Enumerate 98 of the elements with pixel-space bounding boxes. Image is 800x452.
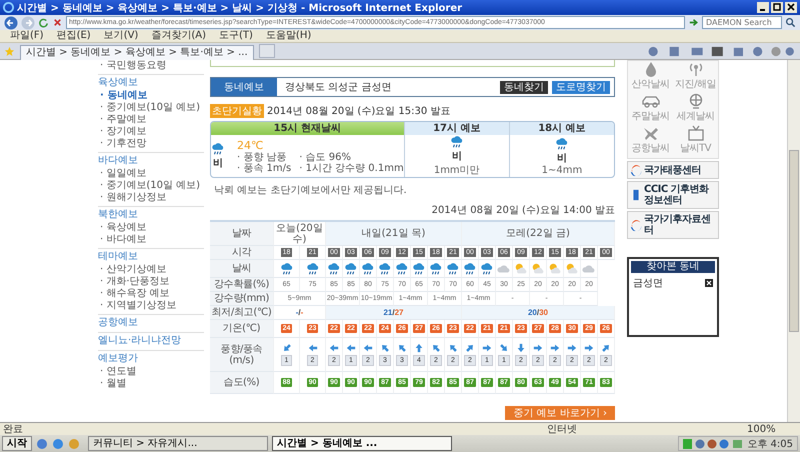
scrollbar[interactable] [787,60,800,422]
start-button[interactable]: 시작 [2,436,32,451]
window-title: 시간별 > 동네예보 > 육상예보 > 특보·예보 > 날씨 > 기상청 - Microsoft Internet Explorer [17,2,464,14]
search-field[interactable]: DAEMON Search [702,16,782,29]
zoom-control[interactable]: 100% [747,424,797,434]
refresh-icon[interactable] [38,17,49,28]
min-max-temperature: 20/30 [528,308,548,317]
menu-item[interactable]: 보기(V) [104,30,138,42]
row-label: 최저/최고(℃) [210,306,274,320]
rain-icon [211,142,225,156]
forecast-issued-time: 2014년 08월 20일 (수)요일 14:00 발표 [430,204,615,217]
banner-link[interactable]: 국가기후자료센터 [627,211,719,239]
sidebar-item[interactable]: · 바다예보 [98,234,204,246]
taskbar-button[interactable]: 시간별 > 동네예보 ... [272,436,452,451]
row-label: 습도(%) [210,372,274,394]
issued-time: 2014년 08월 20일 (수)요일 15:30 발표 [267,105,450,118]
menu-item[interactable]: 편집(E) [56,30,91,42]
rain-amount: 1~4mm [542,164,582,176]
sidebar-item[interactable]: · 월별 [98,378,204,390]
weather-detail: · 1시간 강수량 0.1mm [299,162,404,174]
back-icon[interactable] [4,16,18,30]
new-tab-button[interactable] [258,44,275,58]
search-icon[interactable] [785,17,796,28]
sidebar-heading[interactable]: 테마예보 [98,248,204,264]
close-button[interactable] [785,2,797,13]
panel-header[interactable]: 18시 예보 [510,122,614,135]
weather-detail: · 습도 96% [299,152,352,162]
min-max-temperature: 21/27 [383,308,404,317]
row-label: 날씨 [210,260,274,278]
minimize-button[interactable] [757,2,769,13]
row-label: 시각 [210,246,274,260]
sidebar-item[interactable]: · 중기예보(10일 예보) [98,180,204,192]
panel-header[interactable]: 15시 현재날씨 [211,122,404,135]
row-label: 강수확률(%) [210,278,274,292]
sidebar-item[interactable]: · 국민행동요령 [98,60,204,72]
nowcast-badge: 초단기실황 [210,104,264,118]
browser-tab[interactable]: 시간별 > 동네예보 > 육상예보 > 특보·예보 > ... [20,44,254,60]
menu-item[interactable]: 즐겨찾기(A) [151,30,206,42]
rain-icon [450,135,464,149]
star-icon[interactable] [4,46,15,56]
taskbar-button[interactable]: 커뮤니티 > 자유게시... [88,436,268,451]
weather-text: 비 [452,150,462,163]
sidebar-item[interactable]: · 주말예보 [98,114,204,126]
location-address: 경상북도 의성군 금성면 [284,81,392,94]
security-zone: 인터넷 [547,423,578,436]
sidebar-item[interactable]: · 지역별기상정보 [98,300,204,312]
sidebar-item[interactable]: · 연도별 [98,366,204,378]
status-text: 완료 [3,423,24,436]
sidebar-item[interactable]: · 장기예보 [98,126,204,138]
location-button[interactable]: 도로명찾기 [552,80,610,94]
visited-item[interactable]: 금성면 [633,276,663,290]
sidebar-item[interactable]: · 기후전망 [98,138,204,150]
day-header: 모레(22일 금) [462,222,615,246]
visited-title: 찾아본 동네 [631,261,715,273]
tv-icon[interactable] [686,125,706,141]
browser-logo-icon [3,2,14,13]
menu-item[interactable]: 파일(F) [10,30,44,42]
clock: 오후 4:05 [747,438,793,450]
sidebar-item[interactable]: · 일일예보 [98,168,204,180]
location-button[interactable]: 동네찾기 [500,80,548,94]
stop-icon[interactable] [52,17,63,28]
banner-link[interactable]: 국가태풍센터 [627,161,719,179]
sidebar-item[interactable]: · 중기예보(10일 예보) [98,102,204,114]
delete-icon[interactable] [705,279,713,287]
go-icon[interactable] [688,17,699,28]
sidebar-heading[interactable]: 육상예보 [98,74,204,90]
weather-text: 비 [556,152,567,164]
sidebar-item[interactable]: · 산악기상예보 [98,264,204,276]
menu-item[interactable]: 도구(T) [219,30,253,42]
sidebar-item[interactable]: · 개화·단풍정보 [98,276,204,288]
min-max-temperature: -/- [296,308,304,317]
sidebar-heading[interactable]: 엘니뇨·라니냐전망 [98,332,204,348]
row-label: 날짜 [210,222,274,246]
lightning-note: 낙뢰 예보는 초단기예보에서만 제공됩니다. [213,184,408,197]
sidebar-heading[interactable]: 예보평가 [98,350,204,366]
banner-link[interactable]: CCIC 기후변화정보센터 [627,181,719,209]
sidebar-heading[interactable]: 북한예보 [98,206,204,222]
panel-header[interactable]: 17시 예보 [404,122,509,135]
rain-icon [554,136,569,150]
row-label: 기온(℃) [210,320,274,338]
row-label: 강수량(mm) [210,292,274,306]
sidebar-heading[interactable]: 공항예보 [98,314,204,330]
sidebar-item[interactable]: · 원해기상정보 [98,192,204,204]
day-header: 내일(21일 목) [326,222,462,246]
weather-detail: · 풍향 남풍 [237,152,288,162]
sidebar-heading[interactable]: 바다예보 [98,152,204,168]
current-temperature: 24℃ [237,138,264,152]
location-label: 동네예보 [211,78,277,96]
maximize-button[interactable] [771,2,783,13]
menu-item[interactable]: 도움말(H) [266,30,312,42]
weather-detail: · 풍속 1m/s [237,162,292,174]
sidebar-item[interactable]: · 육상예보 [98,222,204,234]
sidebar-item[interactable]: · 해수욕장 예보 [98,288,204,300]
tray-icons-drawing [683,438,744,450]
sidebar-item[interactable]: · 동네예보 [98,90,204,102]
weather-text: 비 [213,157,223,170]
rain-amount: 1mm미만 [434,164,480,177]
row-label: 풍향/풍속(m/s) [210,338,274,372]
